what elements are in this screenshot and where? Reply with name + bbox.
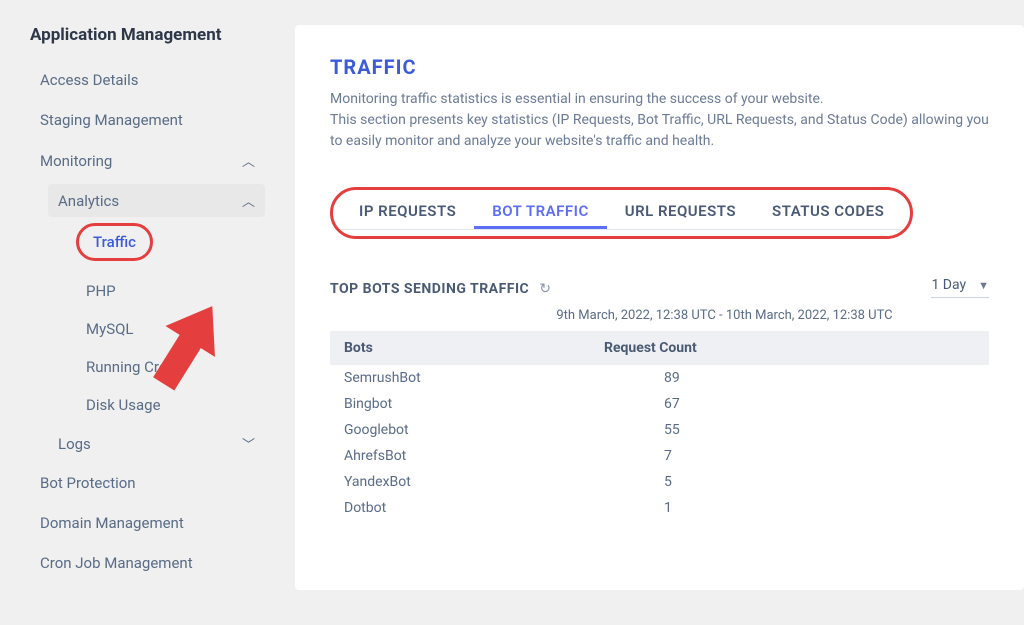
tab-ip-requests[interactable]: IP REQUESTS bbox=[341, 196, 474, 229]
sidebar-item-logs[interactable]: Logs ﹀ bbox=[48, 427, 265, 460]
cell-count: 55 bbox=[604, 422, 975, 438]
sidebar-item-disk-usage[interactable]: Disk Usage bbox=[76, 389, 265, 421]
col-request-count: Request Count bbox=[604, 340, 975, 356]
sidebar-title: Application Management bbox=[30, 25, 265, 45]
table-row: AhrefsBot7 bbox=[330, 443, 989, 469]
sidebar-item-traffic[interactable]: Traffic bbox=[76, 223, 153, 261]
sidebar-item-php[interactable]: PHP bbox=[76, 275, 265, 307]
sidebar-item-analytics[interactable]: Analytics ︿ bbox=[48, 184, 265, 217]
sidebar-item-label: Running Crons bbox=[86, 358, 183, 376]
sidebar-item-label: Logs bbox=[58, 435, 91, 453]
table-body: SemrushBot89Bingbot67Googlebot55AhrefsBo… bbox=[330, 365, 989, 521]
tab-url-requests[interactable]: URL REQUESTS bbox=[607, 196, 754, 229]
tabs: IP REQUESTS BOT TRAFFIC URL REQUESTS STA… bbox=[341, 196, 902, 230]
cell-bot: AhrefsBot bbox=[344, 448, 604, 464]
sidebar-item-label: PHP bbox=[86, 282, 116, 300]
sidebar-item-monitoring[interactable]: Monitoring ︿ bbox=[30, 143, 265, 178]
sidebar-item-label: MySQL bbox=[86, 320, 134, 338]
period-dropdown[interactable]: 1 Day ▼ bbox=[931, 277, 989, 298]
tab-bot-traffic[interactable]: BOT TRAFFIC bbox=[474, 196, 607, 229]
cell-count: 89 bbox=[604, 370, 975, 386]
col-bots: Bots bbox=[344, 340, 604, 356]
sidebar-item-bot-protection[interactable]: Bot Protection bbox=[30, 466, 265, 500]
caret-down-icon: ▼ bbox=[978, 279, 989, 292]
date-range: 9th March, 2022, 12:38 UTC - 10th March,… bbox=[330, 308, 989, 323]
sidebar-item-label: Access Details bbox=[40, 71, 139, 89]
cell-count: 67 bbox=[604, 396, 975, 412]
sidebar-item-label: Cron Job Management bbox=[40, 554, 193, 572]
chevron-down-icon: ﹀ bbox=[242, 434, 255, 453]
cell-count: 5 bbox=[604, 474, 975, 490]
cell-bot: YandexBot bbox=[344, 474, 604, 490]
page-title: TRAFFIC bbox=[330, 55, 989, 79]
cell-bot: Googlebot bbox=[344, 422, 604, 438]
cell-bot: Dotbot bbox=[344, 500, 604, 516]
sidebar: Application Management Access Details St… bbox=[30, 25, 265, 625]
table-header: Bots Request Count bbox=[330, 331, 989, 365]
sidebar-item-cron-job-management[interactable]: Cron Job Management bbox=[30, 546, 265, 580]
sidebar-item-label: Monitoring bbox=[40, 152, 112, 170]
table-row: Bingbot67 bbox=[330, 391, 989, 417]
table-row: Googlebot55 bbox=[330, 417, 989, 443]
section-title: TOP BOTS SENDING TRAFFIC bbox=[330, 281, 529, 297]
table-row: Dotbot1 bbox=[330, 495, 989, 521]
sidebar-item-running-crons[interactable]: Running Crons bbox=[76, 351, 265, 383]
sidebar-item-label: Domain Management bbox=[40, 514, 184, 532]
cell-count: 7 bbox=[604, 448, 975, 464]
sidebar-item-access-details[interactable]: Access Details bbox=[30, 63, 265, 97]
sidebar-item-label: Bot Protection bbox=[40, 474, 136, 492]
sidebar-item-label: Traffic bbox=[93, 233, 136, 251]
period-label: 1 Day bbox=[931, 277, 966, 293]
chevron-up-icon: ︿ bbox=[242, 151, 255, 170]
sidebar-item-staging-management[interactable]: Staging Management bbox=[30, 103, 265, 137]
tabs-highlight-ring: IP REQUESTS BOT TRAFFIC URL REQUESTS STA… bbox=[330, 187, 913, 239]
table-row: YandexBot5 bbox=[330, 469, 989, 495]
sidebar-item-label: Staging Management bbox=[40, 111, 183, 129]
sidebar-item-label: Disk Usage bbox=[86, 396, 161, 414]
desc-line-2: This section presents key statistics (IP… bbox=[330, 112, 989, 149]
table-row: SemrushBot89 bbox=[330, 365, 989, 391]
sidebar-item-mysql[interactable]: MySQL bbox=[76, 313, 265, 345]
refresh-icon[interactable]: ↻ bbox=[539, 281, 551, 297]
desc-line-1: Monitoring traffic statistics is essenti… bbox=[330, 91, 824, 107]
cell-count: 1 bbox=[604, 500, 975, 516]
sidebar-item-label: Analytics bbox=[58, 192, 119, 210]
main-panel: TRAFFIC Monitoring traffic statistics is… bbox=[295, 25, 1024, 590]
page-description: Monitoring traffic statistics is essenti… bbox=[330, 89, 989, 152]
tab-status-codes[interactable]: STATUS CODES bbox=[754, 196, 902, 229]
cell-bot: Bingbot bbox=[344, 396, 604, 412]
cell-bot: SemrushBot bbox=[344, 370, 604, 386]
chevron-up-icon: ︿ bbox=[242, 191, 255, 210]
sidebar-item-domain-management[interactable]: Domain Management bbox=[30, 506, 265, 540]
